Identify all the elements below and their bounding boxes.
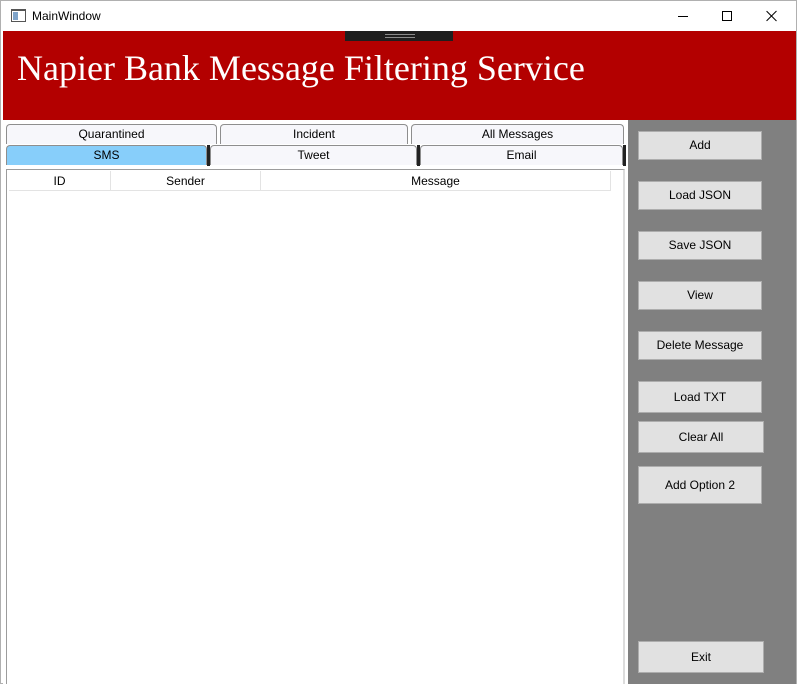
tab-tweet[interactable]: Tweet <box>210 145 417 165</box>
column-header-message[interactable]: Message <box>261 171 611 191</box>
maximize-button[interactable] <box>704 1 750 31</box>
add-button[interactable]: Add <box>638 131 762 160</box>
delete-message-button[interactable]: Delete Message <box>638 331 762 360</box>
drag-grip-handle[interactable] <box>345 31 453 41</box>
main-window: MainWindow Napier Bank Message Filtering… <box>0 0 797 684</box>
maximize-icon <box>722 11 732 21</box>
close-icon <box>766 10 778 22</box>
app-heading: Napier Bank Message Filtering Service <box>17 48 585 88</box>
minimize-button[interactable] <box>660 1 706 31</box>
exit-button[interactable]: Exit <box>638 641 764 673</box>
tab-email[interactable]: Email <box>420 145 623 165</box>
messages-list-view[interactable]: ID Sender Message <box>6 169 625 684</box>
tab-quarantined[interactable]: Quarantined <box>6 124 217 144</box>
close-button[interactable] <box>749 1 795 31</box>
column-header-sender[interactable]: Sender <box>111 171 261 191</box>
column-header-id[interactable]: ID <box>9 171 111 191</box>
app-window-icon <box>11 9 26 22</box>
tab-all-messages[interactable]: All Messages <box>411 124 624 144</box>
save-json-button[interactable]: Save JSON <box>638 231 762 260</box>
add-option-2-button[interactable]: Add Option 2 <box>638 466 762 504</box>
header-banner: Napier Bank Message Filtering Service <box>3 31 796 120</box>
tab-sms[interactable]: SMS <box>6 145 207 165</box>
clear-all-button[interactable]: Clear All <box>638 421 764 453</box>
view-button[interactable]: View <box>638 281 762 310</box>
tab-divider <box>623 145 626 166</box>
load-json-button[interactable]: Load JSON <box>638 181 762 210</box>
window-title: MainWindow <box>32 9 101 23</box>
title-bar[interactable]: MainWindow <box>1 1 796 31</box>
tab-incident[interactable]: Incident <box>220 124 408 144</box>
minimize-icon <box>678 15 688 17</box>
load-txt-button[interactable]: Load TXT <box>638 381 762 413</box>
